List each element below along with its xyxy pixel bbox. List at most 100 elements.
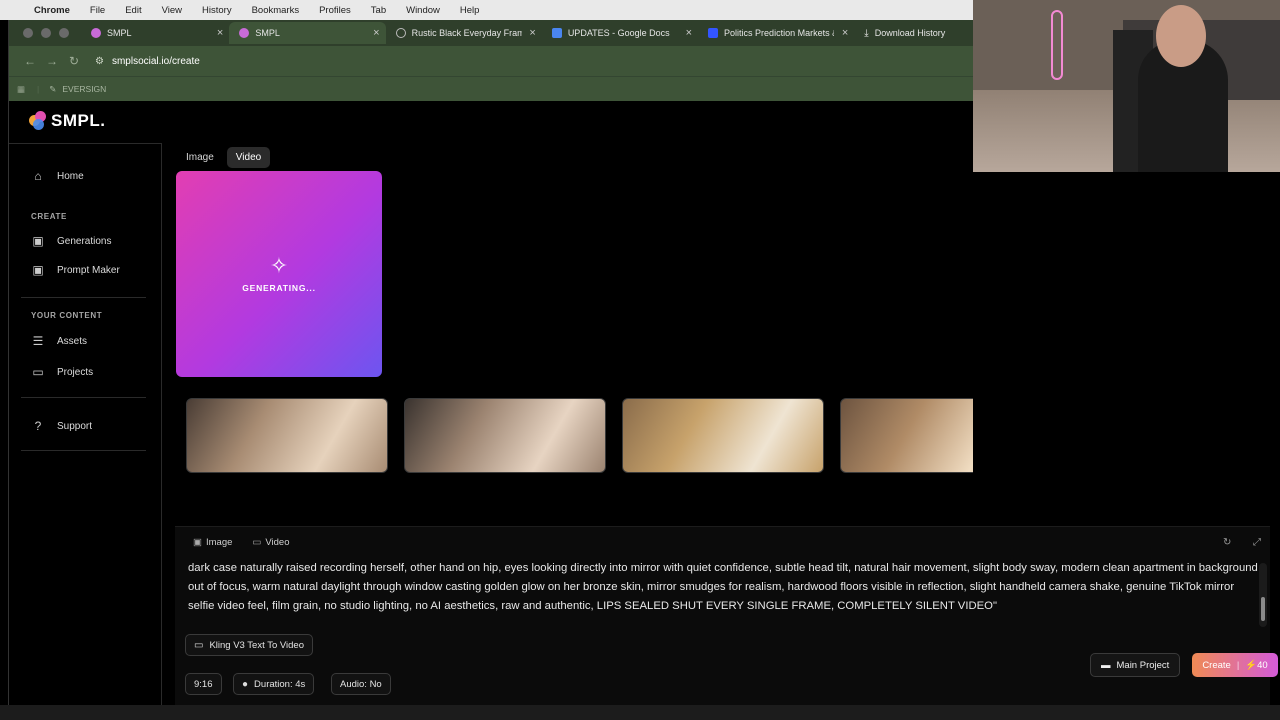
prompt-tab-video[interactable]: ▭ Video bbox=[252, 537, 289, 548]
browser-tab-smpl-2[interactable]: SMPL × bbox=[229, 22, 386, 44]
model-label: Kling V3 Text To Video bbox=[209, 639, 304, 651]
close-tab-icon[interactable]: × bbox=[686, 27, 692, 39]
thumbnail-face-closeup[interactable] bbox=[840, 398, 973, 473]
sidebar-item-support[interactable]: ? Support bbox=[31, 419, 92, 433]
sidebar-item-projects[interactable]: ▭ Projects bbox=[31, 365, 93, 379]
sidebar-section-your-content: YOUR CONTENT bbox=[31, 311, 103, 320]
sidebar-item-label: Assets bbox=[57, 335, 88, 347]
bottom-strip bbox=[0, 705, 1280, 720]
minimize-window-button[interactable] bbox=[41, 28, 51, 38]
sidebar-item-assets[interactable]: ☰ Assets bbox=[31, 334, 87, 348]
expand-icon[interactable]: ⤢ bbox=[1253, 537, 1261, 548]
download-icon: ⤓ bbox=[864, 27, 869, 39]
menu-help[interactable]: Help bbox=[460, 5, 480, 16]
scrollbar-thumb[interactable] bbox=[1261, 597, 1265, 621]
sidebar-section-create: CREATE bbox=[31, 212, 67, 221]
folder-icon: ▭ bbox=[32, 365, 44, 379]
google-docs-icon bbox=[551, 28, 562, 38]
sidebar-item-label: Prompt Maker bbox=[57, 264, 120, 276]
menu-profiles[interactable]: Profiles bbox=[319, 5, 351, 16]
refresh-icon[interactable]: ↻ bbox=[1223, 537, 1231, 548]
tab-label: SMPL bbox=[107, 28, 132, 38]
create-divider: | bbox=[1236, 659, 1240, 671]
folder-icon: ▬ bbox=[1101, 659, 1111, 671]
menu-view[interactable]: View bbox=[162, 5, 182, 16]
url-text: smplsocial.io/create bbox=[111, 55, 200, 67]
close-tab-icon[interactable]: × bbox=[217, 27, 223, 39]
tab-image[interactable]: Image bbox=[177, 147, 223, 168]
back-arrow-icon[interactable]: ← bbox=[19, 54, 41, 68]
sidebar-divider bbox=[21, 450, 146, 451]
prompt-mode-tabs: ▣ Image ▭ Video bbox=[193, 537, 290, 548]
browser-tab-smpl-1[interactable]: SMPL × bbox=[81, 22, 229, 44]
address-bar[interactable]: ⚙ smplsocial.io/create bbox=[95, 56, 200, 67]
smpl-favicon-icon bbox=[91, 28, 101, 38]
prompt-textarea[interactable]: dark case naturally raised recording her… bbox=[188, 559, 1263, 616]
smpl-logo[interactable]: SMPL. bbox=[29, 111, 105, 131]
menu-edit[interactable]: Edit bbox=[125, 5, 141, 16]
reload-icon[interactable]: ↻ bbox=[63, 54, 85, 68]
media-mode-tabs: Image Video bbox=[177, 147, 271, 168]
zoom-window-button[interactable] bbox=[59, 28, 69, 38]
model-selector[interactable]: ▭ Kling V3 Text To Video bbox=[185, 634, 313, 656]
webcam-head bbox=[1156, 5, 1206, 67]
image-icon: ▣ bbox=[193, 537, 202, 548]
menu-app-name[interactable]: Chrome bbox=[34, 5, 70, 16]
close-window-button[interactable] bbox=[23, 28, 33, 38]
browser-tab-google-docs[interactable]: UPDATES - Google Docs × bbox=[542, 22, 698, 44]
audio-selector[interactable]: Audio: No bbox=[331, 673, 391, 695]
close-tab-icon[interactable]: × bbox=[529, 27, 535, 39]
create-button[interactable]: Create | ⚡ 40 bbox=[1192, 653, 1278, 677]
prompt-scrollbar[interactable] bbox=[1259, 563, 1267, 627]
tab-label: UPDATES - Google Docs bbox=[567, 28, 670, 38]
prompt-tab-label: Video bbox=[265, 537, 290, 548]
forward-arrow-icon[interactable]: → bbox=[41, 54, 63, 68]
sidebar-item-label: Home bbox=[57, 170, 84, 182]
logo-text: SMPL. bbox=[51, 111, 106, 130]
site-settings-icon[interactable]: ⚙ bbox=[95, 56, 104, 67]
pen-icon: ✎ bbox=[49, 83, 57, 94]
menu-tab[interactable]: Tab bbox=[371, 5, 386, 16]
menu-history[interactable]: History bbox=[202, 5, 232, 16]
browser-tab-download-history[interactable]: ⤓ Download History bbox=[854, 22, 973, 44]
sparkle-icon: ✧ bbox=[269, 253, 289, 278]
sidebar: ⌂ Home CREATE ▣ Generations ▣ Prompt Mak… bbox=[9, 143, 162, 705]
video-camera-icon: ▭ bbox=[194, 639, 204, 651]
help-circle-icon: ? bbox=[34, 419, 42, 433]
browser-tab-prediction-markets[interactable]: Politics Prediction Markets & × bbox=[698, 22, 854, 44]
thumbnail-mirror-selfie-2[interactable] bbox=[404, 398, 606, 473]
aspect-ratio-selector[interactable]: 9:16 bbox=[185, 673, 222, 695]
menu-file[interactable]: File bbox=[90, 5, 105, 16]
tab-label: Download History bbox=[874, 28, 946, 38]
image-icon: ▣ bbox=[32, 263, 44, 277]
thumbnail-mirror-selfie-1[interactable] bbox=[186, 398, 388, 473]
sidebar-item-label: Support bbox=[57, 420, 93, 432]
create-actions: ▬ Main Project Create | ⚡ 40 bbox=[1090, 653, 1278, 677]
bookmark-eversign[interactable]: EVERSIGN bbox=[62, 84, 106, 94]
thumbnail-tank-top-closeup[interactable] bbox=[622, 398, 824, 473]
tab-label: SMPL bbox=[255, 28, 280, 38]
close-tab-icon[interactable]: × bbox=[373, 27, 379, 39]
browser-toolbar: ← → ↻ ⚙ smplsocial.io/create bbox=[9, 46, 973, 76]
apps-grid-icon[interactable]: ▦ bbox=[17, 84, 25, 95]
main-project-label: Main Project bbox=[1116, 659, 1170, 671]
window-controls bbox=[9, 28, 81, 38]
main-project-button[interactable]: ▬ Main Project bbox=[1090, 653, 1181, 677]
duration-selector[interactable]: ● Duration: 4s bbox=[233, 673, 315, 695]
browser-tab-rustic-frame[interactable]: Rustic Black Everyday Frame × bbox=[386, 22, 542, 44]
tab-video[interactable]: Video bbox=[226, 147, 271, 168]
prompt-tab-label: Image bbox=[205, 537, 233, 548]
sidebar-item-generations[interactable]: ▣ Generations bbox=[31, 234, 111, 248]
sidebar-item-home[interactable]: ⌂ Home bbox=[31, 169, 84, 183]
close-tab-icon[interactable]: × bbox=[842, 27, 848, 39]
menu-window[interactable]: Window bbox=[406, 5, 440, 16]
sidebar-item-prompt-maker[interactable]: ▣ Prompt Maker bbox=[31, 263, 120, 277]
menu-bookmarks[interactable]: Bookmarks bbox=[252, 5, 300, 16]
sidebar-item-label: Generations bbox=[57, 235, 112, 247]
sidebar-divider bbox=[21, 397, 146, 398]
polymarket-icon bbox=[708, 28, 719, 38]
smpl-favicon-icon bbox=[239, 28, 250, 38]
neon-light bbox=[1051, 10, 1063, 80]
duration-label: Duration: 4s bbox=[254, 678, 306, 690]
prompt-tab-image[interactable]: ▣ Image bbox=[193, 537, 232, 548]
